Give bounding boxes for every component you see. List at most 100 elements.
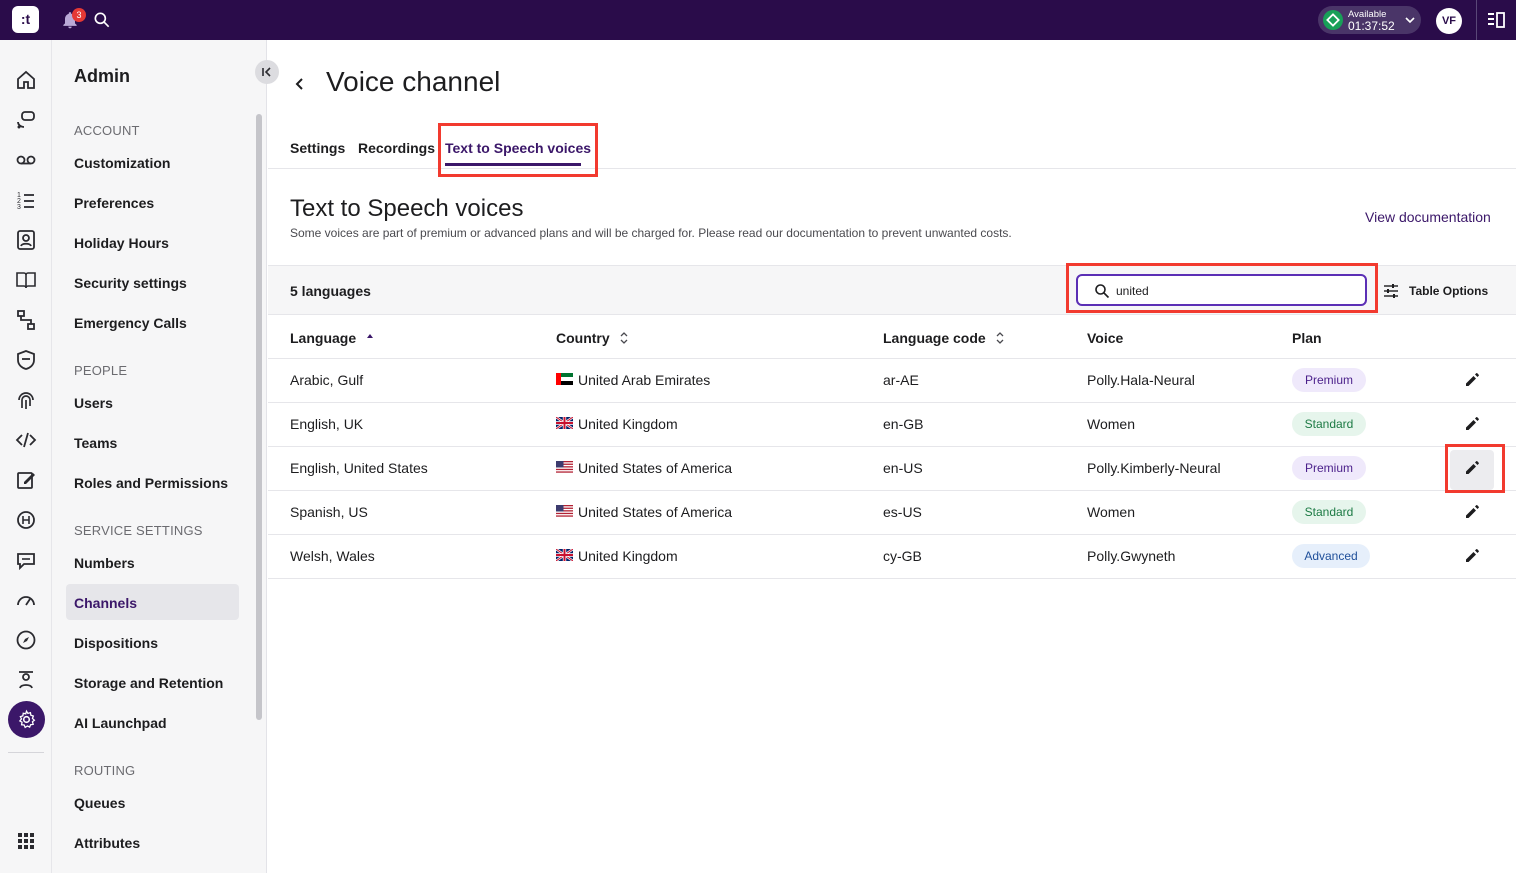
icon-rail: 123	[0, 40, 52, 873]
divider	[268, 358, 1516, 359]
code-icon[interactable]	[14, 428, 38, 452]
sidebar-item-numbers[interactable]: Numbers	[74, 555, 135, 571]
column-header-country[interactable]: Country	[556, 330, 628, 346]
side-panel-icon[interactable]	[1486, 10, 1506, 30]
section-subtitle: Some voices are part of premium or advan…	[290, 226, 1012, 240]
cell-language: Spanish, US	[290, 504, 368, 520]
sidebar-item-users[interactable]: Users	[74, 395, 113, 411]
sidebar-item-storage[interactable]: Storage and Retention	[74, 675, 223, 691]
sidebar-item-holiday-hours[interactable]: Holiday Hours	[74, 235, 169, 251]
divider	[268, 490, 1516, 491]
divider	[1476, 0, 1477, 40]
divider	[268, 578, 1516, 579]
sidebar-item-teams[interactable]: Teams	[74, 435, 117, 451]
shield-icon[interactable]	[14, 348, 38, 372]
contacts-icon[interactable]	[14, 228, 38, 252]
cell-language-code: en-GB	[883, 416, 924, 432]
cell-language: Welsh, Wales	[290, 548, 375, 564]
search-icon[interactable]	[92, 10, 112, 30]
table-options-icon[interactable]	[1383, 283, 1399, 299]
page-title: Voice channel	[326, 66, 501, 97]
gear-icon	[18, 709, 36, 729]
cell-language: English, United States	[290, 460, 428, 476]
cell-language-code: en-US	[883, 460, 923, 476]
sort-icon	[620, 332, 628, 344]
cell-language: English, UK	[290, 416, 364, 432]
back-arrow-icon[interactable]	[292, 76, 308, 92]
dashboard-gauge-icon[interactable]	[14, 588, 38, 612]
cell-voice: Polly.Gwyneth	[1087, 548, 1176, 564]
main-content: Voice channel Settings Recordings Text t…	[268, 40, 1516, 873]
sidebar-scrollbar[interactable]	[256, 114, 262, 720]
cell-voice: Polly.Hala-Neural	[1087, 372, 1195, 388]
app-logo[interactable]: :t	[12, 6, 39, 33]
knowledge-book-icon[interactable]	[14, 268, 38, 292]
nav-section-service-settings: SERVICE SETTINGS	[74, 523, 203, 538]
highlight-box-edit	[1445, 444, 1505, 493]
notification-badge: 3	[72, 8, 86, 22]
edit-note-icon[interactable]	[14, 468, 38, 492]
column-header-label: Country	[556, 330, 610, 346]
sidebar-item-queues[interactable]: Queues	[74, 795, 125, 811]
edit-pencil-icon[interactable]	[1464, 372, 1480, 388]
cell-voice: Women	[1087, 504, 1135, 520]
cell-country: United States of America	[578, 504, 733, 520]
results-count: 5 languages	[290, 283, 371, 299]
sort-ascending-icon	[367, 334, 374, 338]
chat-bubble-icon[interactable]	[14, 548, 38, 572]
column-header-label: Language	[290, 330, 357, 346]
sidebar-item-attributes[interactable]: Attributes	[74, 835, 140, 851]
column-header-plan: Plan	[1292, 330, 1322, 346]
cell-language-code: es-US	[883, 504, 922, 520]
divider	[268, 402, 1516, 403]
sidebar-item-channels[interactable]: Channels	[74, 595, 137, 611]
cell-voice: Polly.Kimberly-Neural	[1087, 460, 1221, 476]
sidebar-item-security-settings[interactable]: Security settings	[74, 275, 187, 291]
highlight-box-search	[1066, 263, 1378, 313]
status-timer: 01:37:52	[1348, 19, 1395, 33]
column-header-language-code[interactable]: Language code	[883, 330, 1004, 346]
training-icon[interactable]	[14, 668, 38, 692]
column-header-voice: Voice	[1087, 330, 1124, 346]
edit-pencil-icon[interactable]	[1464, 416, 1480, 432]
divider	[268, 446, 1516, 447]
edit-pencil-icon[interactable]	[1464, 504, 1480, 520]
cell-country: United States of America	[578, 460, 733, 476]
cell-country: United Kingdom	[578, 416, 678, 432]
cell-language-code: ar-AE	[883, 372, 919, 388]
top-bar: :t 3 Available 01:37:52 VF	[0, 0, 1516, 40]
list-icon[interactable]: 123	[14, 188, 38, 212]
sidebar-item-emergency-calls[interactable]: Emergency Calls	[74, 315, 187, 331]
flows-icon[interactable]	[14, 308, 38, 332]
tab-recordings[interactable]: Recordings	[358, 140, 435, 156]
section-title: Text to Speech voices	[290, 195, 524, 222]
sidebar-item-dispositions[interactable]: Dispositions	[74, 635, 158, 651]
plan-badge: Premium	[1292, 368, 1366, 392]
avatar[interactable]: VF	[1436, 8, 1462, 34]
cell-country: United Kingdom	[578, 548, 678, 564]
apps-grid-icon[interactable]	[14, 829, 38, 853]
table-options-button[interactable]: Table Options	[1409, 284, 1488, 298]
cell-country: United Arab Emirates	[578, 372, 711, 388]
ai-brain-icon[interactable]	[14, 508, 38, 532]
nav-section-routing: ROUTING	[74, 763, 136, 778]
sidebar-item-ai-launchpad[interactable]: AI Launchpad	[74, 715, 167, 731]
sidebar-item-customization[interactable]: Customization	[74, 155, 170, 171]
tab-settings[interactable]: Settings	[290, 140, 345, 156]
view-documentation-link[interactable]: View documentation	[1365, 209, 1491, 225]
sidebar-item-roles[interactable]: Roles and Permissions	[74, 475, 228, 491]
compass-icon[interactable]	[14, 628, 38, 652]
fingerprint-icon[interactable]	[14, 388, 38, 412]
chevron-down-icon	[1405, 17, 1415, 24]
admin-settings-button[interactable]	[8, 701, 45, 738]
voicemail-icon[interactable]	[14, 148, 38, 172]
home-icon[interactable]	[14, 68, 38, 92]
svg-text:3: 3	[17, 204, 21, 211]
availability-status[interactable]: Available 01:37:52	[1318, 6, 1421, 34]
conversations-icon[interactable]	[14, 108, 38, 132]
edit-pencil-icon[interactable]	[1464, 548, 1480, 564]
plan-badge: Standard	[1292, 500, 1366, 524]
nav-section-people: PEOPLE	[74, 363, 128, 378]
column-header-language[interactable]: Language	[290, 330, 374, 346]
sidebar-item-preferences[interactable]: Preferences	[74, 195, 154, 211]
